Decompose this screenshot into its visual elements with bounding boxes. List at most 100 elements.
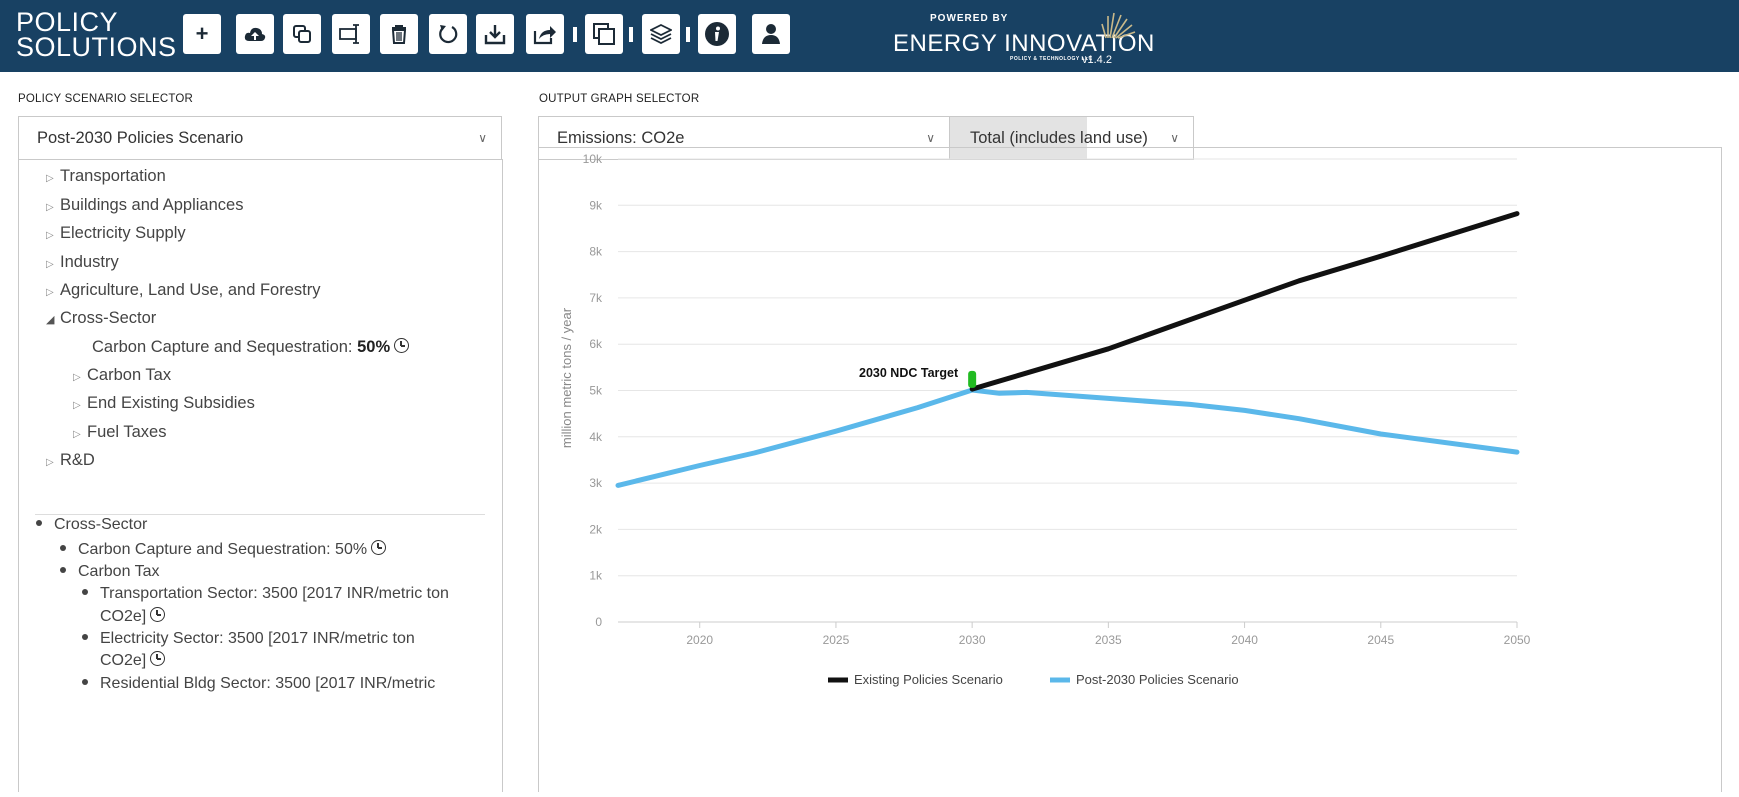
expand-triangle-icon: ▷ bbox=[46, 202, 54, 213]
toolbar-separator bbox=[629, 27, 633, 42]
share-icon bbox=[533, 26, 556, 45]
summary-item-ccs: Carbon Capture and Sequestration: 50% bbox=[60, 539, 387, 561]
upload-button[interactable] bbox=[236, 14, 274, 54]
ccs-value: 50% bbox=[357, 338, 391, 356]
version-label: v1.4.2 bbox=[1082, 54, 1112, 66]
sunburst-icon bbox=[1101, 12, 1136, 39]
clock-icon[interactable] bbox=[371, 540, 387, 556]
summary-item-residential: Residential Bldg Sector: 3500 [2017 INR/… bbox=[82, 673, 435, 695]
bullet bbox=[82, 588, 88, 595]
y-tick-label: 0 bbox=[595, 615, 602, 629]
ndc-target-label: 2030 NDC Target bbox=[859, 366, 959, 380]
clock-icon[interactable] bbox=[394, 338, 410, 354]
x-tick-label: 2045 bbox=[1367, 633, 1394, 647]
trash-icon bbox=[391, 25, 407, 44]
y-tick-label: 1k bbox=[589, 569, 603, 583]
expand-triangle-icon: ▷ bbox=[46, 173, 54, 184]
toolbar-separator bbox=[686, 27, 690, 42]
y-tick-label: 6k bbox=[589, 337, 603, 351]
y-tick-label: 8k bbox=[589, 245, 603, 259]
expand-triangle-icon: ▷ bbox=[46, 457, 54, 468]
summary-item-transport-cont: CO2e] bbox=[100, 606, 166, 628]
y-tick-label: 7k bbox=[589, 291, 603, 305]
summary-item-electricity: Electricity Sector: 3500 [2017 INR/metri… bbox=[82, 628, 415, 650]
output-selector-label: OUTPUT GRAPH SELECTOR bbox=[539, 93, 700, 105]
expand-triangle-icon: ▷ bbox=[46, 287, 54, 298]
download-icon bbox=[484, 25, 506, 45]
tree-item-cross-sector[interactable]: ◢ Cross-Sector bbox=[46, 309, 156, 328]
graph-select-value: Emissions: CO2e bbox=[557, 129, 685, 147]
expand-triangle-icon: ▷ bbox=[73, 400, 81, 411]
scenario-select-value: Post-2030 Policies Scenario bbox=[37, 129, 244, 147]
expand-triangle-icon: ▷ bbox=[46, 259, 54, 270]
text-cursor-icon bbox=[339, 24, 359, 44]
tree-item-transportation[interactable]: ▷ Transportation bbox=[46, 167, 166, 186]
compare-window-button[interactable] bbox=[585, 14, 623, 54]
collapse-triangle-icon: ◢ bbox=[46, 314, 55, 326]
delete-button[interactable] bbox=[380, 14, 418, 54]
window-icon bbox=[593, 23, 615, 45]
tree-item-end-subsidies[interactable]: ▷ End Existing Subsidies bbox=[73, 394, 255, 413]
bullet bbox=[82, 633, 88, 640]
series-line-post-2030[interactable] bbox=[615, 387, 1520, 488]
x-tick-label: 2040 bbox=[1231, 633, 1258, 647]
policy-tree-panel: ▷ Transportation ▷ Buildings and Appliance… bbox=[18, 159, 503, 792]
layers-icon bbox=[650, 23, 672, 45]
scenario-select[interactable]: Post-2030 Policies Scenario ∨ bbox=[18, 116, 502, 160]
brand-line-2: SOLUTIONS bbox=[16, 32, 177, 62]
summary-item-transport: Transportation Sector: 3500 [2017 INR/me… bbox=[82, 583, 449, 605]
account-button[interactable] bbox=[752, 14, 790, 54]
x-tick-label: 2020 bbox=[686, 633, 713, 647]
y-axis-label: million metric tons / year bbox=[559, 307, 574, 448]
summary-item-electricity-cont: CO2e] bbox=[100, 650, 166, 672]
undo-icon bbox=[439, 25, 458, 44]
chevron-down-icon: ∨ bbox=[926, 131, 935, 145]
tree-item-rd[interactable]: ▷ R&D bbox=[46, 451, 95, 470]
powered-by-label: POWERED BY bbox=[930, 13, 1009, 24]
tree-item-fuel-taxes[interactable]: ▷ Fuel Taxes bbox=[73, 423, 167, 442]
download-button[interactable] bbox=[476, 14, 514, 54]
clock-icon[interactable] bbox=[150, 607, 166, 623]
info-button[interactable] bbox=[698, 14, 736, 54]
expand-triangle-icon: ▷ bbox=[73, 372, 81, 383]
bullet bbox=[60, 566, 66, 573]
bullet bbox=[36, 519, 42, 526]
add-scenario-button[interactable]: + bbox=[183, 14, 221, 54]
expand-triangle-icon: ▷ bbox=[46, 230, 54, 241]
tree-item-electricity[interactable]: ▷ Electricity Supply bbox=[46, 224, 186, 243]
chevron-down-icon: ∨ bbox=[478, 131, 487, 145]
tree-item-buildings[interactable]: ▷ Buildings and Appliances bbox=[46, 196, 243, 215]
copy-icon bbox=[293, 25, 311, 43]
legend-label[interactable]: Existing Policies Scenario bbox=[854, 672, 1003, 687]
tree-item-industry[interactable]: ▷ Industry bbox=[46, 253, 119, 272]
scope-select-value: Total (includes land use) bbox=[970, 129, 1148, 147]
y-tick-label: 9k bbox=[589, 198, 603, 212]
copy-button[interactable] bbox=[283, 14, 321, 54]
app-header: POLICY SOLUTIONS + POWERED BY ENERGY INN… bbox=[0, 0, 1739, 72]
share-button[interactable] bbox=[526, 14, 564, 54]
ndc-target-marker[interactable] bbox=[968, 370, 977, 388]
legend-label[interactable]: Post-2030 Policies Scenario bbox=[1076, 672, 1239, 687]
partner-subtitle: POLICY & TECHNOLOGY LLC bbox=[1010, 56, 1093, 62]
x-tick-label: 2050 bbox=[1504, 633, 1531, 647]
tree-item-ccs[interactable]: Carbon Capture and Sequestration: 50% bbox=[92, 338, 410, 357]
x-tick-label: 2035 bbox=[1095, 633, 1122, 647]
y-tick-label: 10k bbox=[583, 152, 603, 166]
layers-button[interactable] bbox=[642, 14, 680, 54]
tree-item-agriculture[interactable]: ▷ Agriculture, Land Use, and Forestry bbox=[46, 281, 320, 300]
reset-button[interactable] bbox=[429, 14, 467, 54]
rename-button[interactable] bbox=[332, 14, 370, 54]
y-tick-label: 4k bbox=[589, 430, 603, 444]
clock-icon[interactable] bbox=[150, 651, 166, 667]
series-line-existing[interactable] bbox=[969, 211, 1520, 392]
y-tick-label: 2k bbox=[589, 522, 603, 536]
plus-icon: + bbox=[195, 21, 209, 46]
scenario-selector-label: POLICY SCENARIO SELECTOR bbox=[18, 93, 194, 105]
x-tick-label: 2030 bbox=[959, 633, 986, 647]
tree-item-carbon-tax[interactable]: ▷ Carbon Tax bbox=[73, 366, 171, 385]
chart-panel: 0 1k 2k 3k 4k 5k 6k 7k 8k 9k 10k 2020 2025 2030 2035 2… bbox=[538, 147, 1722, 792]
app-logo[interactable]: POLICY SOLUTIONS bbox=[16, 9, 177, 62]
user-icon bbox=[762, 24, 780, 44]
x-tick-label: 2025 bbox=[823, 633, 850, 647]
bullet bbox=[82, 678, 88, 685]
